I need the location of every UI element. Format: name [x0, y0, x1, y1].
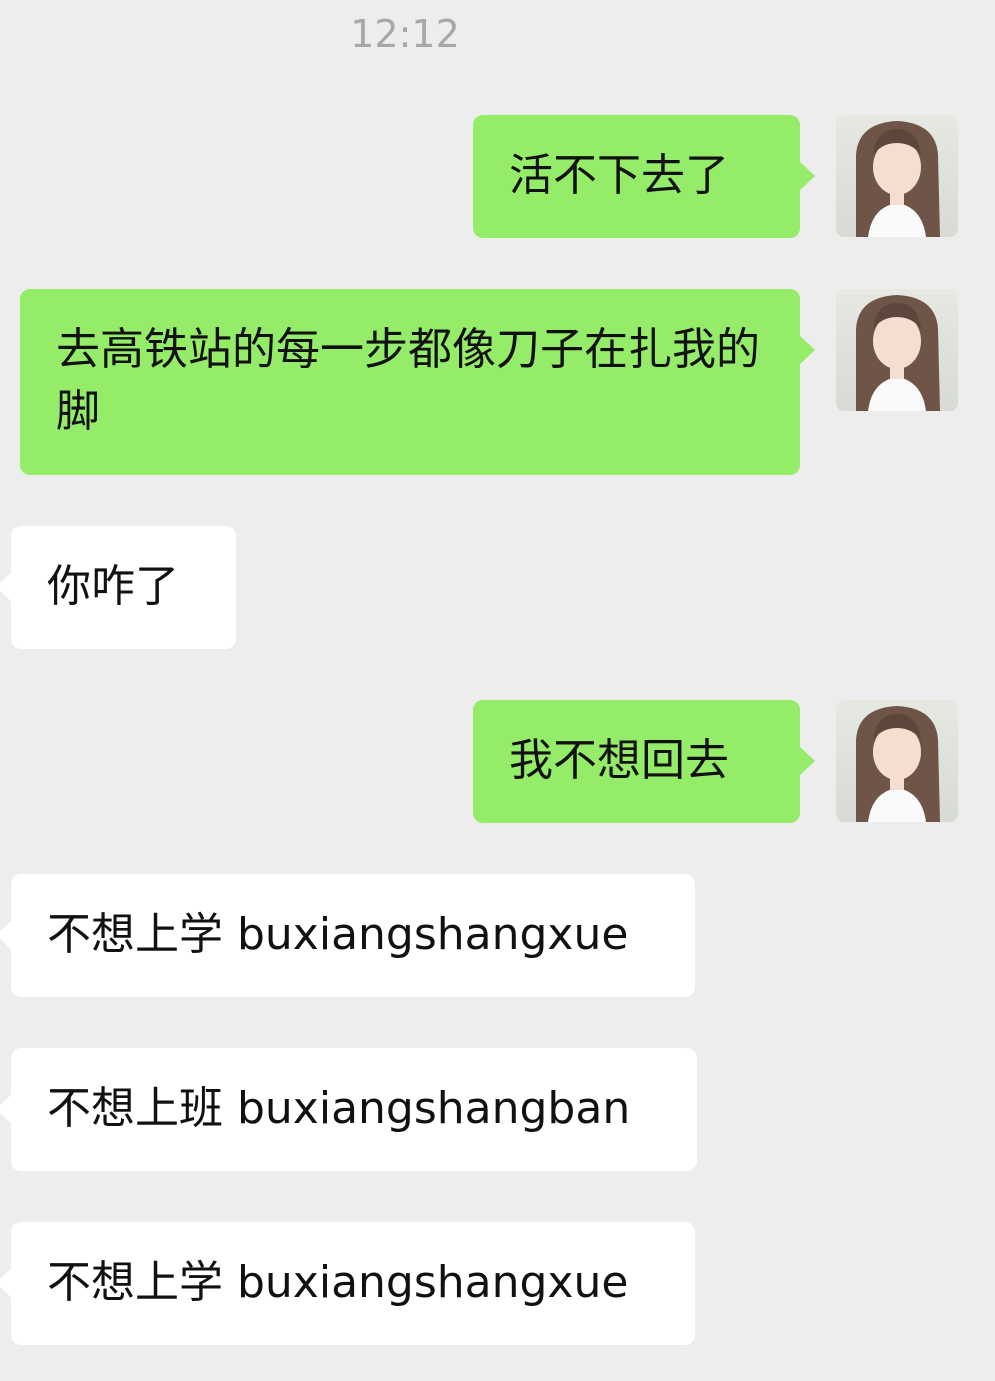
- chat-timestamp: 12:12: [350, 12, 460, 56]
- message-text: 不想上学 buxiangshangxue: [47, 909, 629, 960]
- message-text: 我不想回去: [509, 735, 729, 786]
- message-text: 活不下去了: [509, 150, 729, 201]
- message-text: 去高铁站的每一步都像刀子在扎我的脚: [56, 324, 760, 437]
- message-bubble-incoming[interactable]: 不想上学 buxiangshangxue: [0, 1222, 695, 1345]
- user-avatar-icon: [856, 295, 940, 411]
- avatar[interactable]: [836, 289, 958, 411]
- avatar[interactable]: [836, 700, 958, 822]
- message-bubble-incoming[interactable]: 不想上班 buxiangshangban: [0, 1048, 697, 1171]
- message-bubble-outgoing[interactable]: 活不下去了: [473, 115, 815, 238]
- avatar[interactable]: [836, 115, 958, 237]
- message-bubble-incoming[interactable]: 你咋了: [0, 526, 236, 649]
- message-bubble-outgoing[interactable]: 我不想回去: [473, 700, 815, 823]
- user-avatar-icon: [856, 121, 940, 237]
- message-text: 你咋了: [47, 561, 179, 612]
- user-avatar-icon: [856, 706, 940, 822]
- message-bubble-outgoing[interactable]: 去高铁站的每一步都像刀子在扎我的脚: [20, 289, 815, 475]
- message-text: 不想上学 buxiangshangxue: [47, 1257, 629, 1308]
- message-bubble-incoming[interactable]: 不想上学 buxiangshangxue: [0, 874, 695, 997]
- message-text: 不想上班 buxiangshangban: [47, 1083, 631, 1134]
